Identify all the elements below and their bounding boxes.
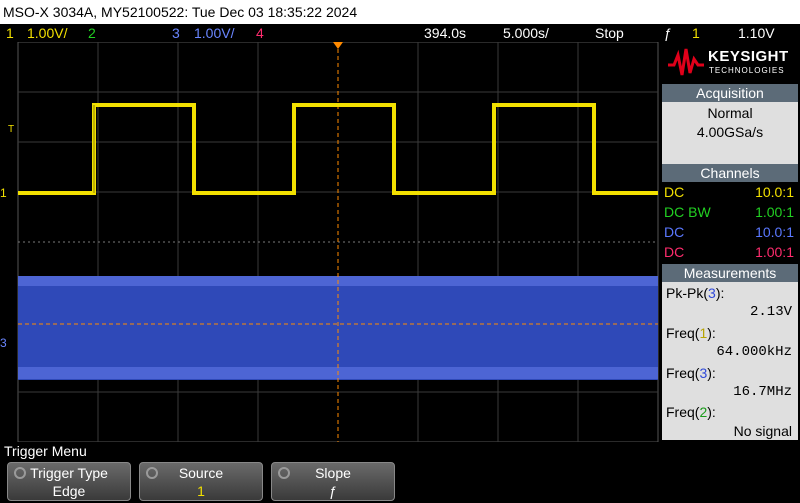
softkey-label: Source: [178, 465, 224, 481]
acquisition-heading[interactable]: Acquisition: [662, 84, 798, 102]
waveform-display[interactable]: T 1 3: [0, 42, 660, 442]
trigger-level-marker[interactable]: T: [8, 124, 14, 135]
ch3-coupling: DC: [664, 224, 685, 240]
measurements-heading[interactable]: Measurements: [662, 264, 798, 282]
timebase[interactable]: 5.000s/: [503, 24, 549, 42]
status-bar: 1 1.00V/ 2 3 1.00V/ 4 394.0s 5.000s/ Sto…: [0, 24, 800, 42]
acquisition-mode: Normal: [707, 105, 753, 121]
channel-row-3[interactable]: DC 10.0:1: [662, 222, 798, 242]
measurement-2-name[interactable]: Freq(1):: [662, 324, 798, 342]
horizontal-delay[interactable]: 394.0s: [424, 24, 466, 42]
measurement-3-name[interactable]: Freq(3):: [662, 364, 798, 382]
brand-sub: TECHNOLOGIES: [709, 66, 785, 75]
rising-edge-icon: ƒ: [664, 25, 672, 41]
ch2-coupling: DC BW: [664, 204, 711, 220]
ch3-ground-marker[interactable]: 3: [0, 336, 7, 350]
measurement-1-name[interactable]: Pk-Pk(3):: [662, 284, 798, 302]
ch1-probe: 10.0:1: [755, 184, 794, 200]
menu-title: Trigger Menu: [4, 443, 87, 459]
ch3-probe: 10.0:1: [755, 224, 794, 240]
keysight-wave-icon: [668, 48, 704, 76]
measurement-4-value: No signal: [662, 422, 792, 440]
ch1-scale[interactable]: 1.00V/: [27, 24, 67, 42]
acquisition-panel: Normal 4.00GSa/s: [662, 102, 798, 164]
keysight-logo: KEYSIGHT TECHNOLOGIES: [660, 42, 800, 82]
measurement-4-name[interactable]: Freq(2):: [662, 403, 798, 421]
measurement-1-value: 2.13V: [662, 303, 792, 321]
trigger-source[interactable]: 1: [692, 24, 700, 42]
softkey-label: Trigger Type: [30, 465, 108, 481]
ch2-number[interactable]: 2: [88, 24, 96, 42]
graticule: [17, 42, 659, 442]
run-state[interactable]: Stop: [595, 24, 624, 42]
trigger-level[interactable]: 1.10V: [738, 24, 775, 42]
ch1-coupling: DC: [664, 184, 685, 200]
ch3-number[interactable]: 3: [172, 24, 180, 42]
ch3-scale[interactable]: 1.00V/: [194, 24, 234, 42]
sample-rate: 4.00GSa/s: [696, 124, 764, 140]
softkey-trigger-type[interactable]: Trigger Type Edge: [7, 462, 131, 501]
softkey-value: 1: [197, 483, 205, 499]
ch4-number[interactable]: 4: [256, 24, 264, 42]
title-bar: MSO-X 3034A, MY52100522: Tue Dec 03 18:3…: [0, 0, 800, 24]
softkey-slope[interactable]: Slope ƒ: [271, 462, 395, 501]
channel-row-2[interactable]: DC BW 1.00:1: [662, 202, 798, 222]
softkey-label: Slope: [315, 465, 351, 481]
ch4-probe: 1.00:1: [755, 244, 794, 260]
channel-row-4[interactable]: DC 1.00:1: [662, 242, 798, 262]
channels-heading[interactable]: Channels: [662, 164, 798, 182]
channel-row-1[interactable]: DC 10.0:1: [662, 182, 798, 202]
brand-name: KEYSIGHT: [708, 48, 789, 65]
ch4-coupling: DC: [664, 244, 685, 260]
ch1-ground-marker[interactable]: 1: [0, 186, 7, 200]
ch2-probe: 1.00:1: [755, 204, 794, 220]
measurement-3-value: 16.7MHz: [662, 383, 792, 401]
softkey-source[interactable]: Source 1: [139, 462, 263, 501]
measurement-2-value: 64.000kHz: [662, 343, 792, 361]
softkey-value: Edge: [52, 483, 86, 499]
ch1-number[interactable]: 1: [6, 24, 14, 42]
rising-edge-icon: ƒ: [329, 483, 337, 499]
